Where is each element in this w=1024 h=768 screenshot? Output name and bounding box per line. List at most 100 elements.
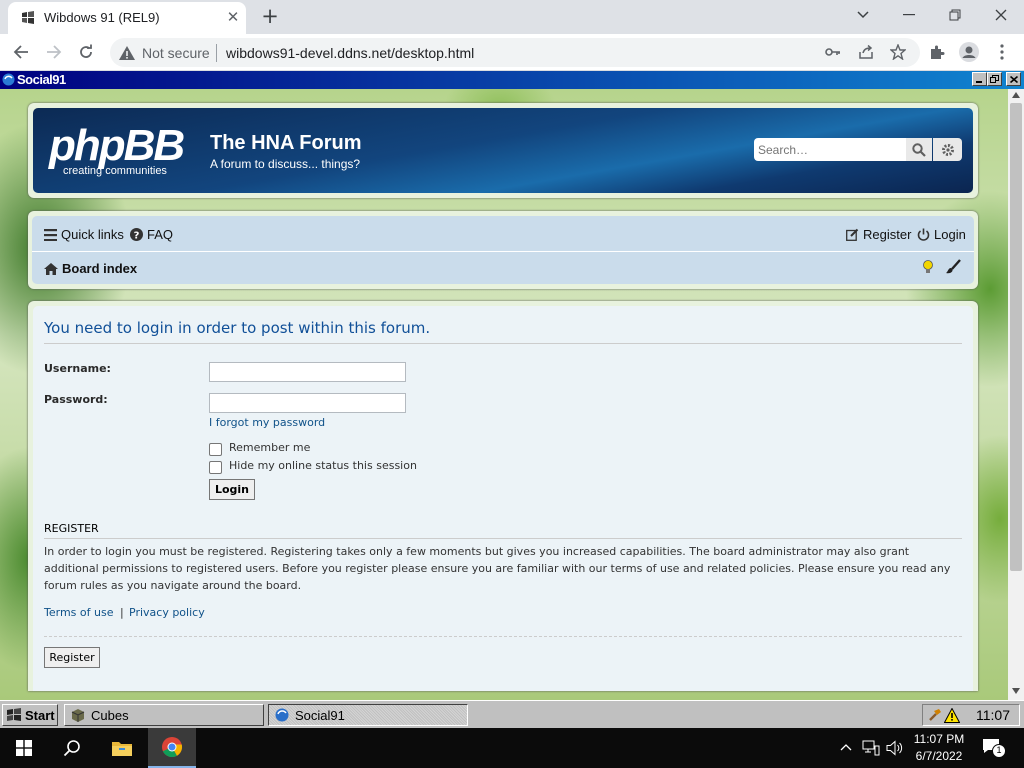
password-input[interactable] [209,393,406,413]
action-center-button[interactable]: 1 [980,736,1008,760]
advanced-search-button[interactable] [933,138,962,161]
url-text[interactable]: wibdows91-devel.ddns.net/desktop.html [226,45,474,61]
back-arrow-icon[interactable] [8,39,34,65]
edit-icon [846,228,859,241]
navbar-breadcrumb-row: Board index [32,252,974,284]
w10-clock-date[interactable]: 6/7/2022 [904,749,974,763]
task-label: Cubes [91,707,129,723]
w9-start-button[interactable]: Start [2,704,58,726]
social91-window-titlebar[interactable]: Social91 [0,71,1024,89]
terms-of-use-link[interactable]: Terms of use [44,606,113,619]
main-frame: You need to login in order to post withi… [28,301,978,691]
task-label: Social91 [295,707,345,723]
profile-avatar-icon[interactable] [956,39,982,65]
tab-search-chevron-icon[interactable] [840,0,886,30]
search-button[interactable] [906,138,932,161]
extensions-puzzle-icon[interactable] [924,39,950,65]
reload-icon[interactable] [73,39,99,65]
close-window-button[interactable] [978,0,1024,30]
quick-links-label: Quick links [61,227,124,242]
gear-icon [941,143,954,156]
w9-clock[interactable]: 11:07 [976,707,1010,723]
w9-task-cubes[interactable]: Cubes [64,704,264,726]
w9-system-tray: 11:07 [922,704,1020,726]
notification-count-badge: 1 [992,744,1006,758]
w10-search-button[interactable] [48,728,96,768]
register-button[interactable]: Register [44,647,100,668]
navbar: Quick links ? FAQ Register Login Board i… [32,216,974,284]
file-explorer-button[interactable] [98,728,146,768]
address-bar[interactable]: Not secure wibdows91-devel.ddns.net/desk… [110,38,920,67]
board-index-label: Board index [62,261,138,276]
tab-title: Wibdows 91 (REL9) [44,10,160,25]
social91-app-icon [2,73,15,86]
login-link[interactable]: Login [917,227,966,242]
browser-tab[interactable]: Wibdows 91 (REL9) ✕ [8,2,246,34]
network-icon[interactable] [862,740,880,756]
register-info-text: In order to login you must be registered… [44,545,951,592]
social91-app-icon [275,708,289,722]
chrome-taskbar-button[interactable] [148,728,196,768]
scroll-down-arrow-icon[interactable] [1012,688,1020,694]
power-icon [917,228,930,241]
link-separator: | [120,606,124,619]
w10-clock-time[interactable]: 11:07 PM [904,732,974,746]
folder-icon [112,742,132,756]
warning-icon[interactable] [944,707,960,723]
w9-task-social91[interactable]: Social91 [268,704,468,726]
new-tab-button[interactable]: + [259,4,281,28]
remember-me-label[interactable]: Remember me [229,441,310,454]
w10-start-button[interactable] [0,728,48,768]
svg-text:?: ? [134,230,140,241]
forward-arrow-icon[interactable] [41,39,67,65]
w9-minimize-button[interactable] [972,72,987,86]
dashed-divider [44,636,962,637]
chrome-icon [162,737,183,758]
security-status[interactable]: Not secure [142,45,210,61]
search-input[interactable] [754,138,906,161]
home-icon [44,262,58,275]
board-index-link[interactable]: Board index [44,261,137,276]
bookmark-star-icon[interactable] [885,39,911,65]
wibdows-favicon-icon [22,11,34,24]
tab-close-icon[interactable]: ✕ [224,8,242,26]
scroll-up-arrow-icon[interactable] [1012,92,1020,98]
browser-menu-icon[interactable] [989,39,1015,65]
faq-link[interactable]: ? FAQ [130,227,173,242]
username-input[interactable] [209,362,406,382]
windows-logo-icon [16,740,32,756]
divider [44,343,962,344]
page-scrollbar[interactable] [1008,89,1024,700]
w9-restore-button[interactable] [987,72,1002,86]
login-heading: You need to login in order to post withi… [44,319,431,337]
hammer-icon[interactable] [928,708,942,722]
windows-flag-icon [7,708,21,721]
volume-icon[interactable] [886,740,904,756]
minimize-button[interactable] [886,0,932,30]
forgot-password-link[interactable]: I forgot my password [209,416,325,429]
warning-triangle-icon[interactable] [118,44,136,62]
share-icon[interactable] [853,39,879,65]
register-heading: REGISTER [44,522,99,535]
register-link[interactable]: Register [846,227,911,242]
restore-button[interactable] [932,0,978,30]
w9-close-button[interactable] [1006,72,1021,86]
login-button[interactable]: Login [209,479,255,500]
forum-header: phpBB creating communities The HNA Forum… [33,108,973,193]
hide-status-label[interactable]: Hide my online status this session [229,459,417,472]
window-title: Social91 [17,72,66,87]
quick-links-menu[interactable]: Quick links [44,227,124,242]
username-label: Username: [44,362,111,375]
key-icon[interactable] [820,39,846,65]
phpbb-logo[interactable]: phpBB [49,124,185,168]
remember-me-checkbox[interactable] [209,443,222,456]
paintbrush-icon[interactable] [945,259,961,275]
hamburger-icon [44,228,57,241]
password-label: Password: [44,393,108,406]
scrollbar-thumb[interactable] [1010,103,1022,571]
hide-status-checkbox[interactable] [209,461,222,474]
show-hidden-icons-chevron-icon[interactable] [840,743,852,751]
navbar-top-row: Quick links ? FAQ Register Login [32,216,974,252]
lightbulb-icon[interactable] [920,259,936,275]
privacy-policy-link[interactable]: Privacy policy [129,606,205,619]
